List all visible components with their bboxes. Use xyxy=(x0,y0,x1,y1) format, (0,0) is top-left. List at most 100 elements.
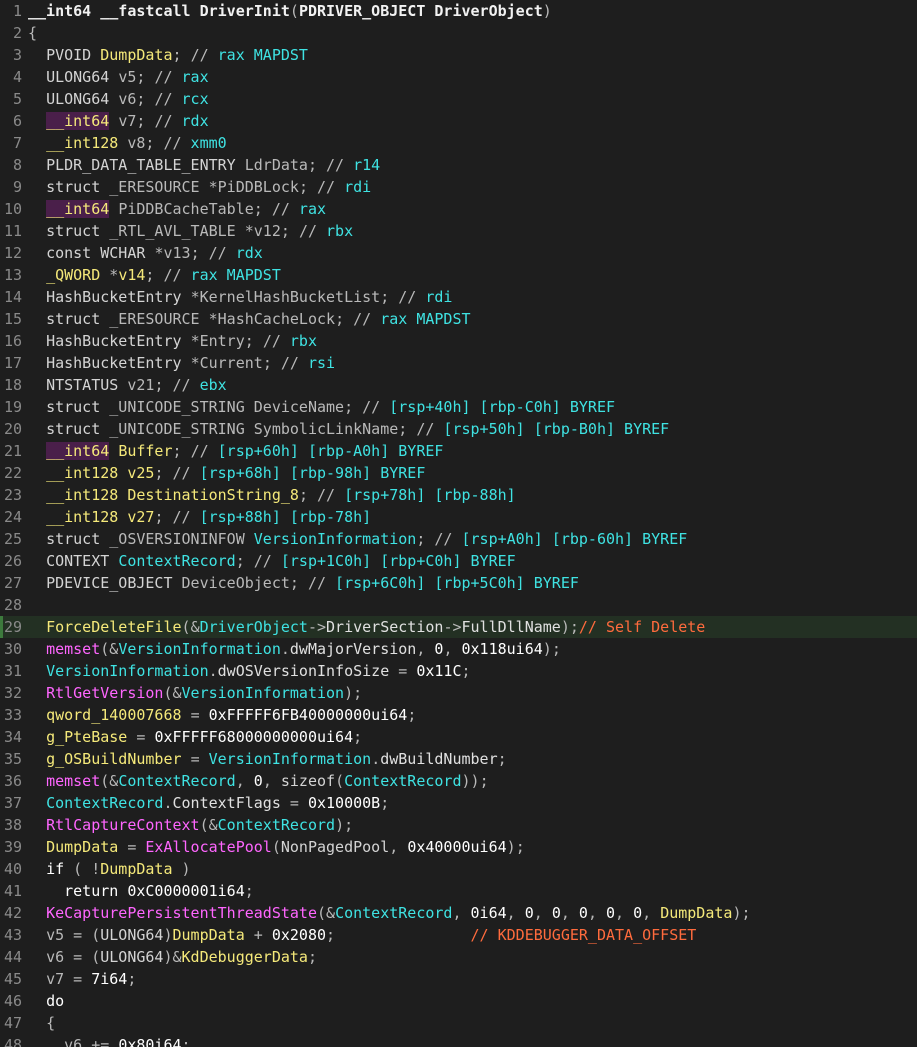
code-line[interactable]: 17 HashBucketEntry *Current; // rsi xyxy=(0,352,917,374)
code-text[interactable]: __int128 DestinationString_8; // [rsp+78… xyxy=(28,484,516,506)
code-line[interactable]: 25 struct _OSVERSIONINFOW VersionInforma… xyxy=(0,528,917,550)
code-text[interactable]: { xyxy=(28,1012,55,1034)
code-text[interactable]: __int128 v8; // xmm0 xyxy=(28,132,227,154)
code-line[interactable]: 2{ xyxy=(0,22,917,44)
code-line[interactable]: 14 HashBucketEntry *KernelHashBucketList… xyxy=(0,286,917,308)
code-line[interactable]: 22 __int128 v25; // [rsp+68h] [rbp-98h] … xyxy=(0,462,917,484)
code-line[interactable]: 35 g_OSBuildNumber = VersionInformation.… xyxy=(0,748,917,770)
line-number: 41 xyxy=(3,882,22,900)
code-text[interactable]: __int128 v27; // [rsp+88h] [rbp-78h] xyxy=(28,506,371,528)
code-line[interactable]: 12 const WCHAR *v13; // rdx xyxy=(0,242,917,264)
code-line[interactable]: 29 ForceDeleteFile(&DriverObject->Driver… xyxy=(0,616,917,638)
code-line[interactable]: 5 ULONG64 v6; // rcx xyxy=(0,88,917,110)
code-text[interactable]: qword_140007668 = 0xFFFFF6FB40000000ui64… xyxy=(28,704,416,726)
code-line[interactable]: 32 RtlGetVersion(&VersionInformation); xyxy=(0,682,917,704)
code-text[interactable]: g_OSBuildNumber = VersionInformation.dwB… xyxy=(28,748,507,770)
code-text[interactable]: v7 = 7i64; xyxy=(28,968,136,990)
code-line[interactable]: 19 struct _UNICODE_STRING DeviceName; //… xyxy=(0,396,917,418)
line-number: 5 xyxy=(12,90,22,108)
code-line[interactable]: 34 g_PteBase = 0xFFFFF68000000000ui64; xyxy=(0,726,917,748)
code-text[interactable]: const WCHAR *v13; // rdx xyxy=(28,242,263,264)
code-line[interactable]: 20 struct _UNICODE_STRING SymbolicLinkNa… xyxy=(0,418,917,440)
code-line[interactable]: 27 PDEVICE_OBJECT DeviceObject; // [rsp+… xyxy=(0,572,917,594)
code-text[interactable]: RtlCaptureContext(&ContextRecord); xyxy=(28,814,353,836)
code-line[interactable]: 8 PLDR_DATA_TABLE_ENTRY LdrData; // r14 xyxy=(0,154,917,176)
code-text[interactable]: ContextRecord.ContextFlags = 0x10000B; xyxy=(28,792,389,814)
code-line[interactable]: 21 __int64 Buffer; // [rsp+60h] [rbp-A0h… xyxy=(0,440,917,462)
code-text[interactable]: { xyxy=(28,22,37,44)
code-text[interactable]: struct _UNICODE_STRING DeviceName; // [r… xyxy=(28,396,615,418)
code-text[interactable]: NTSTATUS v21; // ebx xyxy=(28,374,227,396)
code-line[interactable]: 28 xyxy=(0,594,917,616)
code-line[interactable]: 39 DumpData = ExAllocatePool(NonPagedPoo… xyxy=(0,836,917,858)
code-text[interactable]: struct _RTL_AVL_TABLE *v12; // rbx xyxy=(28,220,353,242)
line-number: 20 xyxy=(3,420,22,438)
code-text[interactable]: HashBucketEntry *KernelHashBucketList; /… xyxy=(28,286,452,308)
code-line[interactable]: 10 __int64 PiDDBCacheTable; // rax xyxy=(0,198,917,220)
code-line[interactable]: 4 ULONG64 v5; // rax xyxy=(0,66,917,88)
code-line[interactable]: 18 NTSTATUS v21; // ebx xyxy=(0,374,917,396)
code-line[interactable]: 31 VersionInformation.dwOSVersionInfoSiz… xyxy=(0,660,917,682)
code-line[interactable]: 44 v6 = (ULONG64)&KdDebuggerData; xyxy=(0,946,917,968)
code-text[interactable]: __int64 Buffer; // [rsp+60h] [rbp-A0h] B… xyxy=(28,440,443,462)
code-text[interactable]: struct _OSVERSIONINFOW VersionInformatio… xyxy=(28,528,687,550)
code-text[interactable]: g_PteBase = 0xFFFFF68000000000ui64; xyxy=(28,726,362,748)
code-line[interactable]: 1 __int64 __fastcall DriverInit(PDRIVER_O… xyxy=(0,0,917,22)
code-text[interactable]: DumpData = ExAllocatePool(NonPagedPool, … xyxy=(28,836,525,858)
code-line[interactable]: 38 RtlCaptureContext(&ContextRecord); xyxy=(0,814,917,836)
code-text[interactable]: PLDR_DATA_TABLE_ENTRY LdrData; // r14 xyxy=(28,154,380,176)
code-text[interactable]: if ( !DumpData ) xyxy=(28,858,191,880)
pseudocode-view[interactable]: 1 __int64 __fastcall DriverInit(PDRIVER_O… xyxy=(0,0,917,1047)
code-text[interactable]: HashBucketEntry *Entry; // rbx xyxy=(28,330,317,352)
code-line[interactable]: 48 v6 += 0x80i64; xyxy=(0,1034,917,1047)
code-line[interactable]: 15 struct _ERESOURCE *HashCacheLock; // … xyxy=(0,308,917,330)
code-text[interactable]: v6 = (ULONG64)&KdDebuggerData; xyxy=(28,946,317,968)
code-line[interactable]: 16 HashBucketEntry *Entry; // rbx xyxy=(0,330,917,352)
code-text[interactable]: memset(&VersionInformation.dwMajorVersio… xyxy=(28,638,561,660)
code-text[interactable]: HashBucketEntry *Current; // rsi xyxy=(28,352,335,374)
code-text[interactable]: ULONG64 v5; // rax xyxy=(28,66,209,88)
code-text[interactable]: v6 += 0x80i64; xyxy=(28,1034,190,1047)
code-line[interactable]: 7 __int128 v8; // xmm0 xyxy=(0,132,917,154)
code-text[interactable]: VersionInformation.dwOSVersionInfoSize =… xyxy=(28,660,470,682)
code-text[interactable]: PVOID DumpData; // rax MAPDST xyxy=(28,44,308,66)
code-text[interactable]: return 0xC0000001i64; xyxy=(28,880,254,902)
code-line[interactable]: 47 { xyxy=(0,1012,917,1034)
code-line[interactable]: 40 if ( !DumpData ) xyxy=(0,858,917,880)
code-text[interactable]: __int64 __fastcall DriverInit(PDRIVER_OB… xyxy=(28,0,552,22)
code-text[interactable]: __int128 v25; // [rsp+68h] [rbp-98h] BYR… xyxy=(28,462,425,484)
code-text[interactable]: RtlGetVersion(&VersionInformation); xyxy=(28,682,362,704)
code-line[interactable]: 45 v7 = 7i64; xyxy=(0,968,917,990)
code-text[interactable]: ForceDeleteFile(&DriverObject->DriverSec… xyxy=(28,616,705,638)
code-line[interactable]: 42 KeCapturePersistentThreadState(&Conte… xyxy=(0,902,917,924)
code-text[interactable]: struct _UNICODE_STRING SymbolicLinkName;… xyxy=(28,418,669,440)
code-line[interactable]: 36 memset(&ContextRecord, 0, sizeof(Cont… xyxy=(0,770,917,792)
code-line[interactable]: 9 struct _ERESOURCE *PiDDBLock; // rdi xyxy=(0,176,917,198)
code-line[interactable]: 37 ContextRecord.ContextFlags = 0x10000B… xyxy=(0,792,917,814)
code-text[interactable]: PDEVICE_OBJECT DeviceObject; // [rsp+6C0… xyxy=(28,572,579,594)
code-line[interactable]: 6 __int64 v7; // rdx xyxy=(0,110,917,132)
code-line[interactable]: 13 _QWORD *v14; // rax MAPDST xyxy=(0,264,917,286)
code-text[interactable]: __int64 PiDDBCacheTable; // rax xyxy=(28,198,326,220)
code-text[interactable]: do xyxy=(28,990,64,1012)
code-line[interactable]: 46 do xyxy=(0,990,917,1012)
code-text[interactable]: struct _ERESOURCE *HashCacheLock; // rax… xyxy=(28,308,470,330)
line-number: 32 xyxy=(3,684,22,702)
code-line[interactable]: 26 CONTEXT ContextRecord; // [rsp+1C0h] … xyxy=(0,550,917,572)
code-line[interactable]: 3 PVOID DumpData; // rax MAPDST xyxy=(0,44,917,66)
code-text[interactable]: memset(&ContextRecord, 0, sizeof(Context… xyxy=(28,770,489,792)
code-text[interactable]: ULONG64 v6; // rcx xyxy=(28,88,209,110)
code-text[interactable]: CONTEXT ContextRecord; // [rsp+1C0h] [rb… xyxy=(28,550,516,572)
code-line[interactable]: 30 memset(&VersionInformation.dwMajorVer… xyxy=(0,638,917,660)
code-line[interactable]: 11 struct _RTL_AVL_TABLE *v12; // rbx xyxy=(0,220,917,242)
code-line[interactable]: 23 __int128 DestinationString_8; // [rsp… xyxy=(0,484,917,506)
code-text[interactable]: _QWORD *v14; // rax MAPDST xyxy=(28,264,281,286)
code-text[interactable]: KeCapturePersistentThreadState(&ContextR… xyxy=(28,902,750,924)
code-line[interactable]: 24 __int128 v27; // [rsp+88h] [rbp-78h] xyxy=(0,506,917,528)
code-line[interactable]: 43 v5 = (ULONG64)DumpData + 0x2080; // K… xyxy=(0,924,917,946)
code-text[interactable]: __int64 v7; // rdx xyxy=(28,110,209,132)
code-text[interactable]: v5 = (ULONG64)DumpData + 0x2080; // KDDE… xyxy=(28,924,696,946)
code-line[interactable]: 33 qword_140007668 = 0xFFFFF6FB40000000u… xyxy=(0,704,917,726)
code-line[interactable]: 41 return 0xC0000001i64; xyxy=(0,880,917,902)
code-text[interactable]: struct _ERESOURCE *PiDDBLock; // rdi xyxy=(28,176,371,198)
